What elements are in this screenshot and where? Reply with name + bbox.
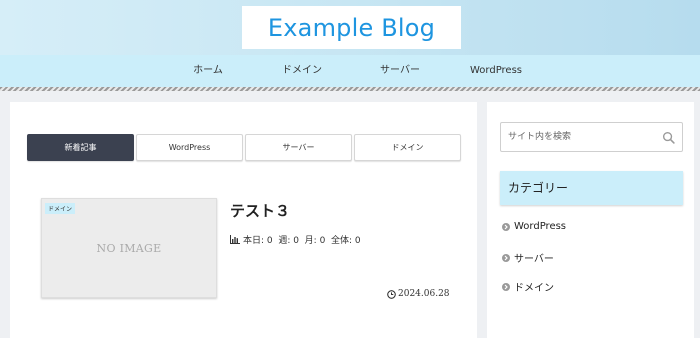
tab-domain[interactable]: ドメイン — [354, 134, 461, 161]
nav-divider — [0, 87, 700, 91]
post-date-text: 2024.06.28 — [398, 289, 450, 299]
sidebar: カテゴリー WordPress サーバー ドメイン — [487, 102, 694, 338]
search-input[interactable] — [501, 123, 651, 151]
site-title[interactable]: Example Blog — [268, 14, 435, 42]
nav-item-domain[interactable]: ドメイン — [282, 55, 322, 87]
nav-item-wordpress[interactable]: WordPress — [470, 55, 522, 87]
category-heading: カテゴリー — [500, 171, 683, 205]
bar-chart-icon — [230, 235, 240, 244]
category-item-domain[interactable]: ドメイン — [502, 279, 554, 294]
tab-new-posts[interactable]: 新着記事 — [27, 134, 134, 161]
chevron-circle-icon — [502, 282, 510, 291]
main-content: 新着記事 WordPress サーバー ドメイン NO IMAGE ドメイン テ… — [10, 102, 477, 338]
nav-item-server[interactable]: サーバー — [380, 55, 420, 87]
category-item-server[interactable]: サーバー — [502, 250, 554, 265]
tab-wordpress[interactable]: WordPress — [136, 134, 243, 161]
category-item-wordpress[interactable]: WordPress — [502, 221, 566, 232]
nav-item-home[interactable]: ホーム — [193, 55, 223, 87]
chevron-circle-icon — [502, 222, 510, 231]
site-header: Example Blog — [0, 0, 700, 55]
category-badge: ドメイン — [45, 203, 76, 214]
chevron-circle-icon — [502, 253, 510, 262]
search-box — [500, 122, 683, 152]
category-item-label[interactable]: サーバー — [514, 250, 554, 265]
post-thumbnail[interactable]: NO IMAGE ドメイン — [41, 198, 217, 298]
search-icon[interactable] — [662, 131, 675, 144]
global-nav: ホーム ドメイン サーバー WordPress — [0, 55, 700, 87]
post-date: 2024.06.28 — [387, 289, 450, 299]
tab-server[interactable]: サーバー — [245, 134, 352, 161]
category-item-label[interactable]: ドメイン — [514, 279, 554, 294]
post-stats-text: 本日: 0 週: 0 月: 0 全体: 0 — [243, 236, 361, 246]
post-title[interactable]: テスト３ — [230, 200, 290, 221]
post-stats: 本日: 0 週: 0 月: 0 全体: 0 — [230, 233, 361, 246]
category-item-label[interactable]: WordPress — [514, 221, 566, 232]
site-logo[interactable]: Example Blog — [242, 6, 461, 49]
clock-icon — [387, 289, 396, 299]
